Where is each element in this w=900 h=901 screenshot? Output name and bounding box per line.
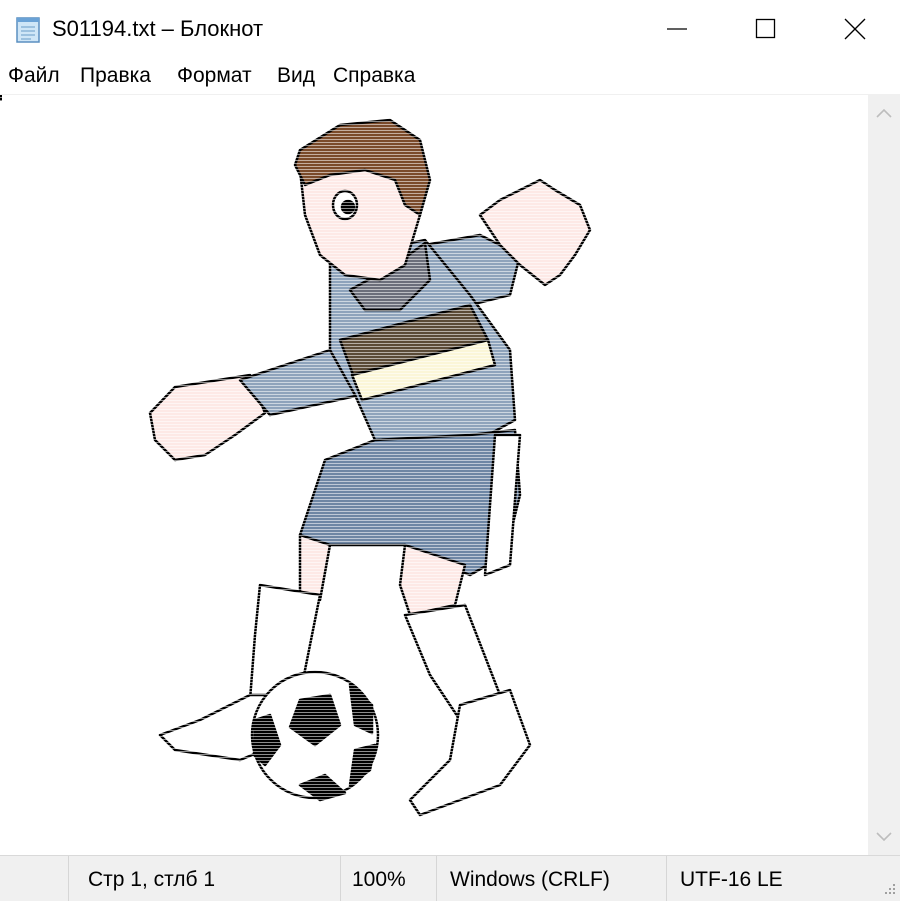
vertical-scrollbar[interactable] — [868, 95, 900, 855]
scroll-down-button[interactable] — [868, 819, 900, 855]
ascii-art-soccer-player — [0, 95, 868, 855]
status-separator — [340, 856, 341, 901]
scroll-up-button[interactable] — [868, 95, 900, 131]
status-position: Стр 1, стлб 1 — [88, 868, 216, 891]
status-separator — [436, 856, 437, 901]
status-line-endings: Windows (CRLF) — [450, 868, 610, 891]
status-zoom: 100% — [352, 868, 406, 891]
title-bar[interactable]: S01194.txt – Блокнот — [0, 0, 900, 58]
resize-grip-icon[interactable] — [879, 880, 897, 898]
menu-help[interactable]: Справка — [333, 62, 415, 90]
status-encoding: UTF-16 LE — [680, 868, 783, 891]
maximize-icon — [755, 18, 776, 39]
text-editor[interactable] — [0, 95, 868, 855]
menu-format[interactable]: Формат — [177, 62, 252, 90]
maximize-button[interactable] — [721, 0, 811, 58]
close-icon — [844, 18, 866, 40]
menu-edit[interactable]: Правка — [80, 62, 151, 90]
notepad-icon — [14, 14, 44, 44]
close-button[interactable] — [810, 0, 900, 58]
menu-file[interactable]: Файл — [8, 62, 60, 90]
status-separator — [68, 856, 69, 901]
status-separator — [666, 856, 667, 901]
chevron-up-icon — [876, 108, 892, 118]
window-title: S01194.txt – Блокнот — [52, 16, 264, 41]
menu-view[interactable]: Вид — [277, 62, 315, 90]
minimize-button[interactable] — [632, 0, 722, 58]
status-bar: Стр 1, стлб 1 100% Windows (CRLF) UTF-16… — [0, 855, 900, 901]
menu-bar: Файл Правка Формат Вид Справка — [0, 58, 900, 95]
chevron-down-icon — [876, 832, 892, 842]
minimize-icon — [667, 28, 687, 30]
